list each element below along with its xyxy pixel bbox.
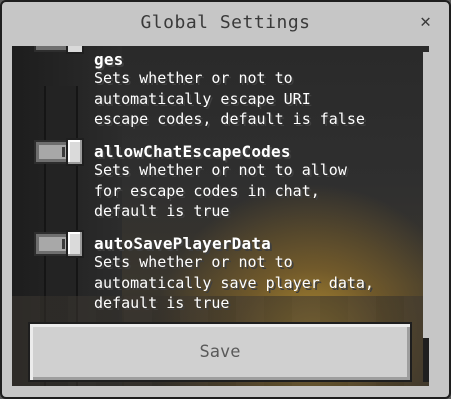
setting-name: autoSavePlayerData: [94, 234, 271, 253]
save-button[interactable]: Save: [28, 322, 412, 382]
scrollbar-thumb[interactable]: [423, 338, 429, 382]
dialog-title: Global Settings: [140, 12, 311, 33]
setting-name: allowChatEscapeCodes: [94, 142, 291, 161]
setting-description: Sets whether or not to automatically esc…: [94, 69, 365, 128]
setting-toggle-allow-chat-escape-codes[interactable]: [34, 138, 84, 166]
title-bar: Global Settings ✕: [4, 4, 447, 46]
setting-toggle-escape-uri[interactable]: [34, 46, 84, 54]
setting-description: Sets whether or not to automatically sav…: [94, 253, 374, 312]
setting-name: ges: [94, 50, 124, 69]
scrollbar[interactable]: [423, 52, 429, 382]
setting-description: Sets whether or not to allow for escape …: [94, 161, 347, 220]
global-settings-dialog: Global Settings ✕ ges Sets whether or no…: [0, 0, 451, 399]
setting-toggle-auto-save-player-data[interactable]: [34, 230, 84, 258]
close-icon[interactable]: ✕: [420, 11, 431, 32]
